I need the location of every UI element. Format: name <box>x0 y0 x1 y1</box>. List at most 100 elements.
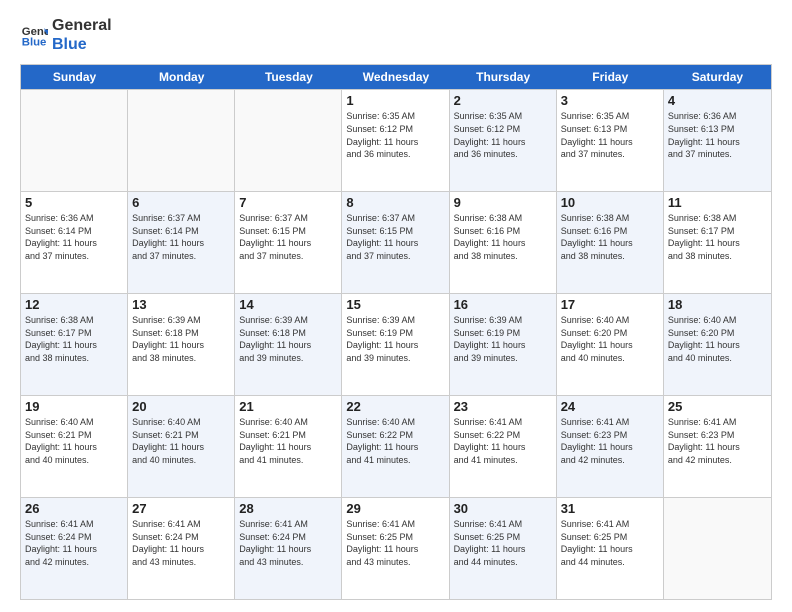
day-info: Sunrise: 6:40 AM Sunset: 6:22 PM Dayligh… <box>346 416 444 466</box>
svg-text:Blue: Blue <box>22 37 47 49</box>
day-info: Sunrise: 6:41 AM Sunset: 6:24 PM Dayligh… <box>25 518 123 568</box>
logo-icon: General Blue <box>20 21 48 49</box>
day-info: Sunrise: 6:40 AM Sunset: 6:20 PM Dayligh… <box>561 314 659 364</box>
calendar-cell: 8 Sunrise: 6:37 AM Sunset: 6:15 PM Daylig… <box>342 192 449 293</box>
day-number: 13 <box>132 297 230 312</box>
calendar-cell: 16 Sunrise: 6:39 AM Sunset: 6:19 PM Dayli… <box>450 294 557 395</box>
calendar-header: SundayMondayTuesdayWednesdayThursdayFrid… <box>21 65 771 89</box>
calendar-cell: 23Sunrise: 6:41 AM Sunset: 6:22 PM Dayli… <box>450 396 557 497</box>
day-info: Sunrise: 6:36 AM Sunset: 6:14 PM Dayligh… <box>25 212 123 262</box>
day-number: 8 <box>346 195 444 210</box>
day-number: 24 <box>561 399 659 414</box>
day-number: 16 <box>454 297 552 312</box>
day-info: Sunrise: 6:35 AM Sunset: 6:12 PM Dayligh… <box>346 110 444 160</box>
calendar-cell: 26 Sunrise: 6:41 AM Sunset: 6:24 PM Dayli… <box>21 498 128 599</box>
calendar-week-row: 5 Sunrise: 6:36 AM Sunset: 6:14 PM Daylig… <box>21 191 771 293</box>
calendar-cell: 18 Sunrise: 6:40 AM Sunset: 6:20 PM Dayli… <box>664 294 771 395</box>
day-number: 31 <box>561 501 659 516</box>
day-info: Sunrise: 6:41 AM Sunset: 6:25 PM Dayligh… <box>561 518 659 568</box>
day-info: Sunrise: 6:39 AM Sunset: 6:19 PM Dayligh… <box>346 314 444 364</box>
day-number: 1 <box>346 93 444 108</box>
calendar-cell: 12Sunrise: 6:38 AM Sunset: 6:17 PM Dayli… <box>21 294 128 395</box>
calendar-cell: 27 Sunrise: 6:41 AM Sunset: 6:24 PM Dayli… <box>128 498 235 599</box>
day-info: Sunrise: 6:39 AM Sunset: 6:19 PM Dayligh… <box>454 314 552 364</box>
calendar-cell: 5 Sunrise: 6:36 AM Sunset: 6:14 PM Daylig… <box>21 192 128 293</box>
day-info: Sunrise: 6:41 AM Sunset: 6:25 PM Dayligh… <box>454 518 552 568</box>
calendar-cell: 9Sunrise: 6:38 AM Sunset: 6:16 PM Daylig… <box>450 192 557 293</box>
calendar-cell <box>128 90 235 191</box>
day-info: Sunrise: 6:37 AM Sunset: 6:15 PM Dayligh… <box>239 212 337 262</box>
day-info: Sunrise: 6:35 AM Sunset: 6:13 PM Dayligh… <box>561 110 659 160</box>
day-number: 14 <box>239 297 337 312</box>
day-number: 29 <box>346 501 444 516</box>
day-info: Sunrise: 6:41 AM Sunset: 6:24 PM Dayligh… <box>132 518 230 568</box>
logo: General Blue General Blue <box>20 16 112 54</box>
calendar-cell: 15 Sunrise: 6:39 AM Sunset: 6:19 PM Dayli… <box>342 294 449 395</box>
day-info: Sunrise: 6:38 AM Sunset: 6:16 PM Dayligh… <box>454 212 552 262</box>
day-info: Sunrise: 6:41 AM Sunset: 6:25 PM Dayligh… <box>346 518 444 568</box>
weekday-header: Monday <box>128 65 235 89</box>
logo-general: General <box>52 16 112 35</box>
logo-blue: Blue <box>52 35 112 54</box>
day-number: 19 <box>25 399 123 414</box>
day-number: 26 <box>25 501 123 516</box>
day-info: Sunrise: 6:37 AM Sunset: 6:14 PM Dayligh… <box>132 212 230 262</box>
calendar-cell: 22 Sunrise: 6:40 AM Sunset: 6:22 PM Dayli… <box>342 396 449 497</box>
day-info: Sunrise: 6:36 AM Sunset: 6:13 PM Dayligh… <box>668 110 767 160</box>
calendar-cell: 20Sunrise: 6:40 AM Sunset: 6:21 PM Dayli… <box>128 396 235 497</box>
day-info: Sunrise: 6:41 AM Sunset: 6:24 PM Dayligh… <box>239 518 337 568</box>
weekday-header: Sunday <box>21 65 128 89</box>
day-number: 4 <box>668 93 767 108</box>
page: General Blue General Blue SundayMondayTu… <box>0 0 792 612</box>
day-number: 10 <box>561 195 659 210</box>
calendar-cell: 11 Sunrise: 6:38 AM Sunset: 6:17 PM Dayli… <box>664 192 771 293</box>
calendar-cell: 10Sunrise: 6:38 AM Sunset: 6:16 PM Dayli… <box>557 192 664 293</box>
calendar-cell: 2Sunrise: 6:35 AM Sunset: 6:12 PM Daylig… <box>450 90 557 191</box>
calendar-cell: 28 Sunrise: 6:41 AM Sunset: 6:24 PM Dayli… <box>235 498 342 599</box>
calendar-cell: 6 Sunrise: 6:37 AM Sunset: 6:14 PM Daylig… <box>128 192 235 293</box>
calendar-cell: 29 Sunrise: 6:41 AM Sunset: 6:25 PM Dayli… <box>342 498 449 599</box>
day-number: 22 <box>346 399 444 414</box>
day-number: 23 <box>454 399 552 414</box>
calendar-cell <box>664 498 771 599</box>
day-number: 6 <box>132 195 230 210</box>
weekday-header: Tuesday <box>235 65 342 89</box>
day-info: Sunrise: 6:40 AM Sunset: 6:20 PM Dayligh… <box>668 314 767 364</box>
day-number: 27 <box>132 501 230 516</box>
day-info: Sunrise: 6:38 AM Sunset: 6:17 PM Dayligh… <box>668 212 767 262</box>
day-info: Sunrise: 6:41 AM Sunset: 6:23 PM Dayligh… <box>668 416 767 466</box>
calendar-cell: 7 Sunrise: 6:37 AM Sunset: 6:15 PM Daylig… <box>235 192 342 293</box>
day-number: 30 <box>454 501 552 516</box>
calendar-cell: 17Sunrise: 6:40 AM Sunset: 6:20 PM Dayli… <box>557 294 664 395</box>
day-number: 11 <box>668 195 767 210</box>
day-number: 21 <box>239 399 337 414</box>
calendar-body: 1 Sunrise: 6:35 AM Sunset: 6:12 PM Daylig… <box>21 89 771 599</box>
day-number: 28 <box>239 501 337 516</box>
day-number: 7 <box>239 195 337 210</box>
day-info: Sunrise: 6:40 AM Sunset: 6:21 PM Dayligh… <box>132 416 230 466</box>
day-info: Sunrise: 6:37 AM Sunset: 6:15 PM Dayligh… <box>346 212 444 262</box>
day-info: Sunrise: 6:40 AM Sunset: 6:21 PM Dayligh… <box>25 416 123 466</box>
calendar-cell <box>235 90 342 191</box>
calendar-cell: 30 Sunrise: 6:41 AM Sunset: 6:25 PM Dayli… <box>450 498 557 599</box>
calendar-cell: 24 Sunrise: 6:41 AM Sunset: 6:23 PM Dayli… <box>557 396 664 497</box>
calendar-cell <box>21 90 128 191</box>
header: General Blue General Blue <box>20 16 772 54</box>
day-number: 3 <box>561 93 659 108</box>
day-number: 2 <box>454 93 552 108</box>
calendar-cell: 19 Sunrise: 6:40 AM Sunset: 6:21 PM Dayli… <box>21 396 128 497</box>
calendar-week-row: 26 Sunrise: 6:41 AM Sunset: 6:24 PM Dayli… <box>21 497 771 599</box>
day-info: Sunrise: 6:39 AM Sunset: 6:18 PM Dayligh… <box>132 314 230 364</box>
day-number: 5 <box>25 195 123 210</box>
calendar-week-row: 19 Sunrise: 6:40 AM Sunset: 6:21 PM Dayli… <box>21 395 771 497</box>
calendar-cell: 14 Sunrise: 6:39 AM Sunset: 6:18 PM Dayli… <box>235 294 342 395</box>
weekday-header: Saturday <box>664 65 771 89</box>
day-info: Sunrise: 6:38 AM Sunset: 6:17 PM Dayligh… <box>25 314 123 364</box>
day-number: 18 <box>668 297 767 312</box>
weekday-header: Wednesday <box>342 65 449 89</box>
weekday-header: Thursday <box>450 65 557 89</box>
calendar: SundayMondayTuesdayWednesdayThursdayFrid… <box>20 64 772 600</box>
day-info: Sunrise: 6:41 AM Sunset: 6:23 PM Dayligh… <box>561 416 659 466</box>
day-info: Sunrise: 6:39 AM Sunset: 6:18 PM Dayligh… <box>239 314 337 364</box>
day-number: 15 <box>346 297 444 312</box>
